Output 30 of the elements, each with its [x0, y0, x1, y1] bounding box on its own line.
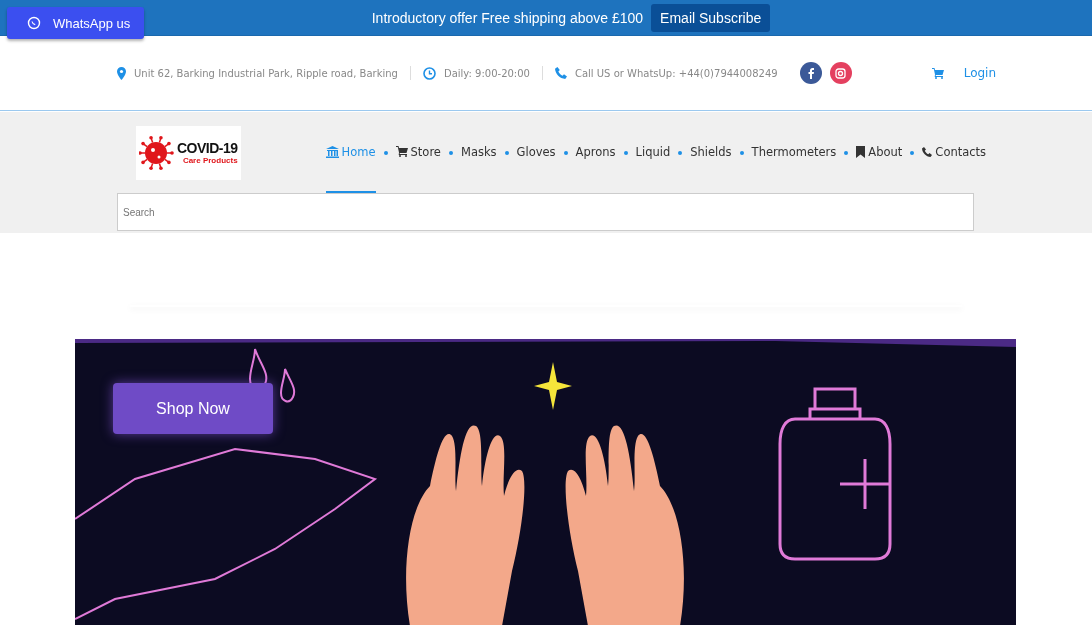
hours-text: Daily: 9:00-20:00 [443, 67, 530, 79]
instagram-icon[interactable] [829, 62, 852, 84]
nav-link[interactable]: Shields [690, 112, 732, 193]
nav-link[interactable]: Liquid [635, 112, 671, 193]
nav-link[interactable]: Thermometers [751, 112, 837, 193]
logo[interactable]: COVID-19 Care Products [136, 125, 241, 180]
phone-text: Call US or WhatsUp: +44(0)7944008249 [574, 67, 778, 79]
phone-icon [554, 67, 567, 79]
offer-text: Introductory offer Free shipping above £100 [371, 9, 644, 26]
facebook-icon[interactable] [799, 62, 822, 84]
bookmark-icon [856, 145, 866, 158]
map-pin-icon [117, 66, 126, 80]
nav-link[interactable]: Contacts [922, 112, 987, 193]
cart-icon [395, 146, 408, 157]
nav-link[interactable]: Store [395, 112, 441, 193]
address-text: Unit 62, Barking Industrial Park, Ripple road, Barking [134, 67, 398, 79]
cart-icon[interactable] [931, 67, 944, 79]
nav-link[interactable]: Masks [460, 112, 497, 193]
search-field[interactable]: Search [117, 193, 974, 231]
logo-title: COVID-19 [177, 140, 238, 156]
clock-icon [422, 66, 436, 80]
nav-link[interactable]: Aprons [575, 112, 616, 193]
bank-icon [325, 145, 339, 158]
phone-icon [922, 146, 933, 157]
whatsapp-button[interactable]: WhatsApp us [7, 7, 144, 39]
email-subscribe-button[interactable]: Email Subscribe [651, 3, 771, 32]
logo-subtitle: Care Products [182, 156, 238, 165]
shop-now-button[interactable]: Shop Now [113, 383, 273, 434]
nav-link[interactable]: About [856, 112, 903, 193]
nav-link[interactable]: Gloves [516, 112, 556, 193]
